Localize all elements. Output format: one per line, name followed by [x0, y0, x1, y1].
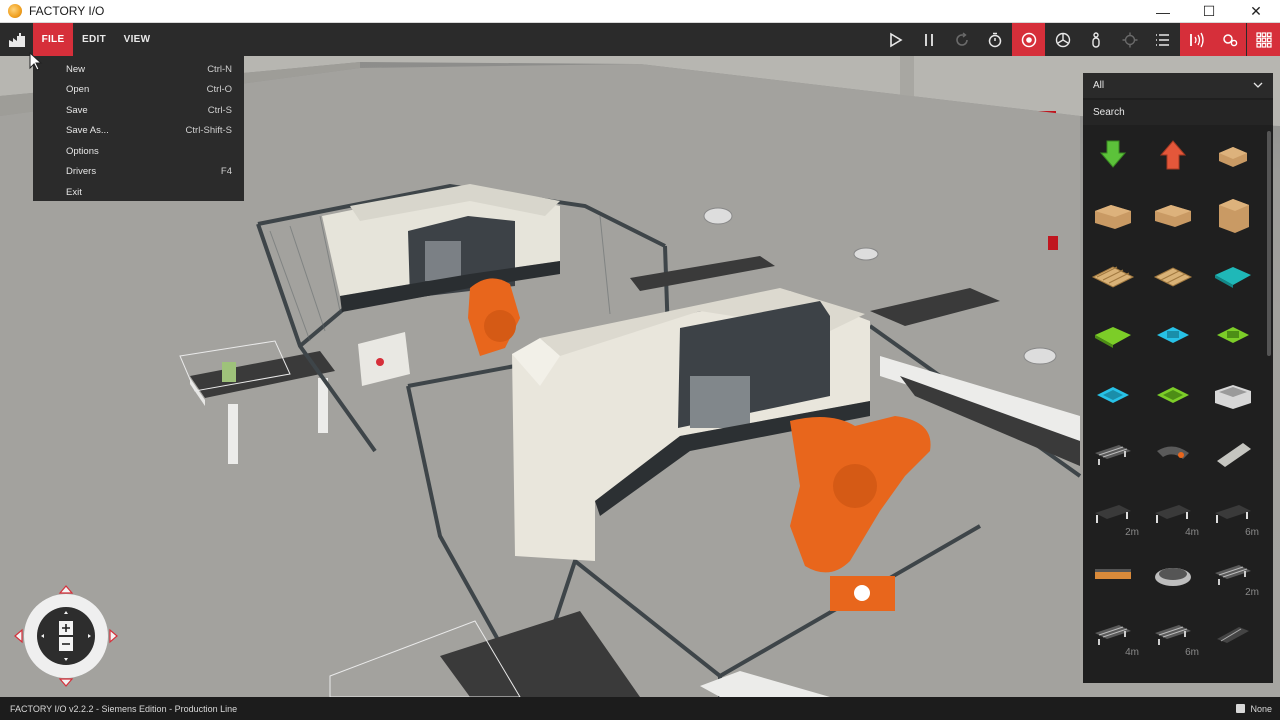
sensors-icon[interactable] [1180, 23, 1213, 56]
flat-box-icon[interactable] [1145, 189, 1201, 241]
menu-item-drivers[interactable]: Drivers F4 [33, 162, 244, 183]
category-filter-select[interactable]: All [1083, 73, 1273, 98]
menu-item-label: Save [66, 104, 88, 116]
menu-item-open[interactable]: Open Ctrl-O [33, 80, 244, 101]
file-dropdown-menu: New Ctrl-N Open Ctrl-O Save Ctrl-S Save As.… [33, 56, 244, 201]
menu-item-label: Save As... [66, 125, 109, 137]
menu-item-save[interactable]: Save Ctrl-S [33, 100, 244, 121]
pause-icon[interactable] [912, 23, 945, 56]
small-box-icon[interactable] [1205, 129, 1261, 181]
pallet-icon[interactable] [1085, 249, 1141, 301]
status-right: None [1236, 704, 1272, 714]
parts-palette-panel: All Search 2m 4m 6m 2m 4m 6m [1083, 73, 1273, 683]
title-bar: FACTORY I/O — ☐ ✕ [0, 0, 1280, 23]
chain-conveyor-icon[interactable] [1085, 549, 1141, 601]
fly-camera-icon[interactable] [1046, 23, 1079, 56]
menu-item-new[interactable]: New Ctrl-N [33, 59, 244, 80]
part-length-label: 2m [1125, 527, 1139, 538]
drivers-icon[interactable] [1213, 23, 1246, 56]
camera-orbit-icon[interactable] [1012, 23, 1045, 56]
filter-value: All [1093, 80, 1105, 91]
play-icon[interactable] [878, 23, 911, 56]
part-length-label: 6m [1185, 647, 1199, 658]
status-text: FACTORY I/O v2.2.2 - Siemens Edition - P… [10, 703, 238, 714]
part-length-label: 6m [1245, 527, 1259, 538]
menu-item-options[interactable]: Options [33, 141, 244, 162]
teal-raw-material-icon[interactable] [1205, 249, 1261, 301]
green-product-lid-icon[interactable] [1145, 369, 1201, 421]
mouse-cursor-icon [29, 52, 43, 71]
emitter-icon[interactable] [1145, 129, 1201, 181]
menu-item-label: Exit [66, 186, 82, 198]
green-raw-material-icon[interactable] [1085, 309, 1141, 361]
minimize-button[interactable]: — [1140, 0, 1186, 23]
menu-edit[interactable]: EDIT [74, 23, 114, 56]
factory-io-app-icon [8, 4, 22, 18]
menu-item-save-as[interactable]: Save As... Ctrl-Shift-S [33, 121, 244, 142]
first-person-icon[interactable] [1079, 23, 1112, 56]
driver-status-label: None [1250, 703, 1272, 714]
large-box-icon[interactable] [1205, 189, 1261, 241]
menu-item-label: New [66, 63, 86, 75]
selection-icon[interactable] [1113, 23, 1146, 56]
roller-conveyor-icon[interactable]: 4m [1085, 609, 1141, 661]
timer-icon[interactable] [978, 23, 1011, 56]
green-lid-icon[interactable] [1205, 309, 1261, 361]
menu-item-shortcut: Ctrl-O [206, 84, 232, 96]
blue-product-base-icon[interactable] [1085, 369, 1141, 421]
list-icon[interactable] [1146, 23, 1179, 56]
driver-status-icon [1236, 704, 1246, 713]
roller-conveyor-icon[interactable] [1085, 429, 1141, 481]
roller-conveyor-icon[interactable]: 6m [1145, 609, 1201, 661]
menu-item-exit[interactable]: Exit [33, 182, 244, 203]
medium-box-icon[interactable] [1085, 189, 1141, 241]
window-title: FACTORY I/O [29, 4, 105, 18]
menu-view[interactable]: VIEW [116, 23, 158, 56]
part-length-label: 2m [1245, 587, 1259, 598]
remover-icon[interactable] [1085, 129, 1141, 181]
blue-base-icon[interactable] [1145, 309, 1201, 361]
curved-conveyor-icon[interactable] [1145, 429, 1201, 481]
panel-scrollbar[interactable] [1267, 131, 1271, 356]
menu-item-shortcut: Ctrl-N [207, 63, 232, 75]
menu-item-shortcut: F4 [220, 166, 232, 178]
camera-navigation-pad[interactable] [12, 583, 120, 689]
belt-conveyor-icon[interactable]: 2m [1085, 489, 1141, 541]
status-bar: FACTORY I/O v2.2.2 - Siemens Edition - P… [0, 697, 1280, 720]
main-toolbar: FILE EDIT VIEW [0, 23, 1280, 56]
stackable-box-icon[interactable] [1205, 369, 1261, 421]
belt-conveyor-icon[interactable]: 6m [1205, 489, 1261, 541]
turntable-icon[interactable] [1145, 549, 1201, 601]
menu-item-label: Open [66, 84, 90, 96]
menu-item-shortcut: Ctrl-S [207, 104, 232, 116]
chevron-down-icon [1253, 80, 1263, 91]
part-length-label: 4m [1125, 647, 1139, 658]
metal-plate-icon[interactable] [1205, 429, 1261, 481]
small-pallet-icon[interactable] [1145, 249, 1201, 301]
part-length-label: 4m [1185, 527, 1199, 538]
menu-item-shortcut: Ctrl-Shift-S [185, 125, 232, 137]
curved-roller-icon[interactable] [1205, 609, 1261, 661]
menu-item-label: Drivers [66, 166, 97, 178]
search-input[interactable]: Search [1083, 100, 1273, 125]
maximize-button[interactable]: ☐ [1186, 0, 1232, 23]
reset-icon[interactable] [945, 23, 978, 56]
menu-item-label: Options [66, 145, 99, 157]
palette-icon[interactable] [1247, 23, 1280, 56]
belt-conveyor-icon[interactable]: 4m [1145, 489, 1201, 541]
roller-conveyor-icon[interactable]: 2m [1205, 549, 1261, 601]
close-button[interactable]: ✕ [1233, 0, 1279, 23]
